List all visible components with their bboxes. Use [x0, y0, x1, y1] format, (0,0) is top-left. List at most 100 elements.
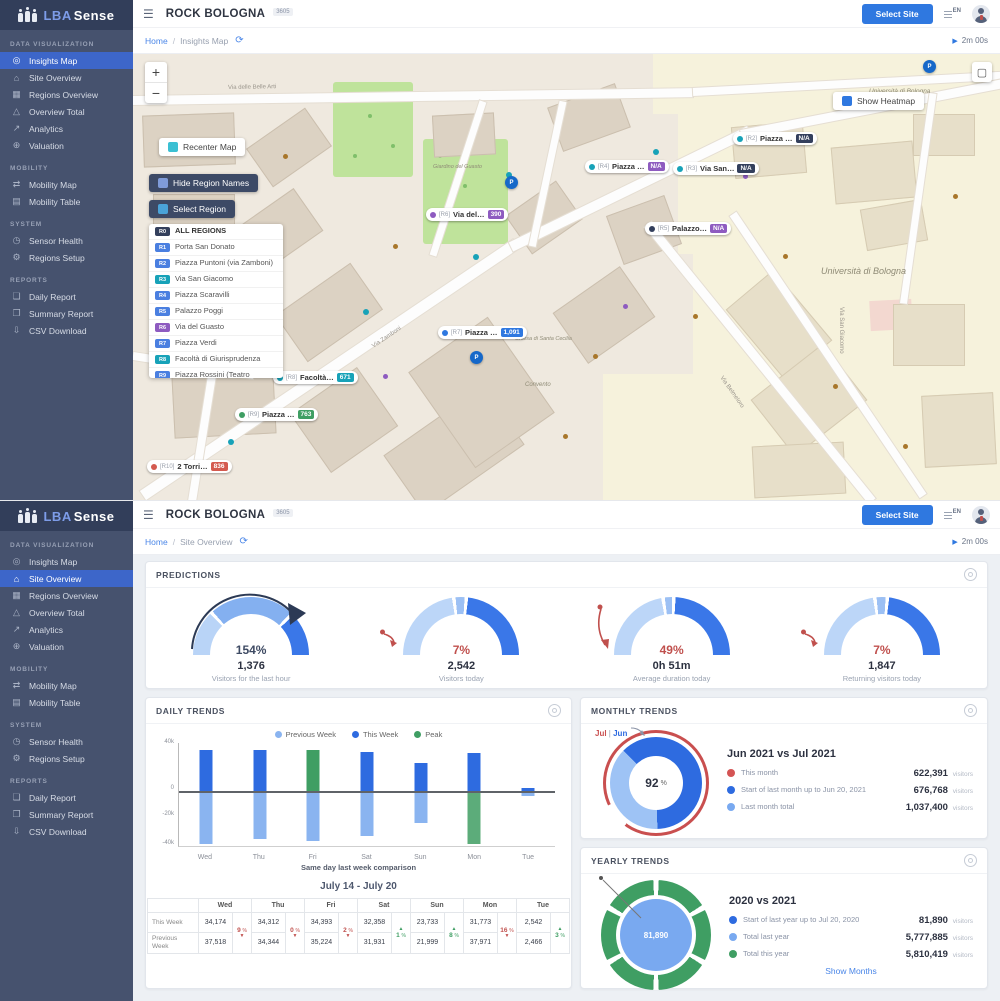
help-icon[interactable] — [964, 704, 977, 717]
gauge-value: 1,847 — [868, 660, 896, 672]
avatar[interactable] — [972, 5, 990, 23]
sidebar-item-mobility-table[interactable]: ▤Mobility Table — [0, 694, 133, 711]
bar-previous-week — [253, 793, 266, 839]
sidebar-item-daily-report[interactable]: ❏Daily Report — [0, 288, 133, 305]
map-canvas[interactable]: PPPUniversità di BolognaUniversità di Bo… — [133, 54, 1000, 500]
language-selector[interactable]: EN — [944, 8, 961, 19]
map-poi — [473, 254, 479, 260]
region-list-item[interactable]: R6Via del Guasto — [149, 320, 283, 336]
region-list-item[interactable]: R2Piazza Puntoni (via Zamboni) — [149, 256, 283, 272]
map-marker-r8[interactable]: [R8]Facoltà…671 — [273, 371, 358, 384]
sidebar-item-insights-map[interactable]: ◎Insights Map — [0, 553, 133, 570]
language-selector[interactable]: EN — [944, 509, 961, 520]
table-cell-value: 34,344 — [252, 933, 286, 954]
region-list-item[interactable]: R1Porta San Donato — [149, 240, 283, 256]
sidebar-item-overview-total[interactable]: △Overview Total — [0, 604, 133, 621]
avatar[interactable] — [972, 506, 990, 524]
sidebar-item-sensor-health[interactable]: ◷Sensor Health — [0, 232, 133, 249]
sidebar-item-site-overview[interactable]: ⌂Site Overview — [0, 69, 133, 86]
sidebar-item-overview-total[interactable]: △Overview Total — [0, 103, 133, 120]
sidebar-item-regions-overview[interactable]: ▦Regions Overview — [0, 587, 133, 604]
series-unit: visitors — [951, 952, 973, 959]
map-marker-r6[interactable]: [R6]Via del…390 — [426, 208, 508, 221]
map-marker-r10[interactable]: [R10]2 Torri…836 — [147, 460, 232, 473]
play-icon[interactable]: ▶ — [952, 37, 957, 45]
sidebar-item-valuation[interactable]: ⊕Valuation — [0, 638, 133, 655]
down-arrow-icon: ▼ — [499, 934, 515, 940]
region-list-item[interactable]: R5Palazzo Poggi — [149, 304, 283, 320]
gauge-value: 2,542 — [448, 660, 476, 672]
bar-column-mon — [448, 743, 502, 846]
region-list-item[interactable]: R3Via San Giacomo — [149, 272, 283, 288]
series-value: 676,768 visitors — [914, 785, 973, 796]
hamburger-icon[interactable]: ☰ — [143, 7, 154, 21]
sidebar-item-mobility-map[interactable]: ⇄Mobility Map — [0, 176, 133, 193]
sidebar-item-analytics[interactable]: ↗Analytics — [0, 621, 133, 638]
sidebar-item-mobility-table[interactable]: ▤Mobility Table — [0, 193, 133, 210]
show-months-link[interactable]: Show Months — [729, 966, 973, 976]
sidebar-item-summary-report[interactable]: ❐Summary Report — [0, 806, 133, 823]
map-building — [831, 141, 918, 205]
sidebar-item-summary-report[interactable]: ❐Summary Report — [0, 305, 133, 322]
map-marker-r5[interactable]: [R5]Palazzo…N/A — [645, 222, 731, 235]
main-area: ☰ ROCK BOLOGNA 3605 Select Site EN Home … — [133, 0, 1000, 500]
select-site-button[interactable]: Select Site — [862, 505, 933, 525]
breadcrumb-home[interactable]: Home — [145, 537, 168, 547]
region-list-item[interactable]: R9Piazza Rossini (Teatro — [149, 368, 283, 378]
gauge-percent: 49% — [614, 643, 730, 657]
select-site-button[interactable]: Select Site — [862, 4, 933, 24]
select-region-button[interactable]: Select Region — [149, 200, 235, 218]
marker-value-badge: N/A — [648, 162, 665, 171]
map-marker-r7[interactable]: [R7]Piazza …1,091 — [438, 326, 527, 339]
bar-this-week — [199, 750, 212, 791]
map-marker-r9[interactable]: [R9]Piazza …763 — [235, 408, 318, 421]
series-label: Start of last month up to Jun 20, 2021 — [741, 785, 908, 794]
gauge-caption: Average duration today — [633, 674, 710, 683]
zero-line — [179, 791, 555, 793]
region-list-item[interactable]: R7Piazza Verdi — [149, 336, 283, 352]
bar-column-sat — [340, 743, 394, 846]
series-label: Total this year — [743, 949, 900, 958]
map-marker-r4[interactable]: [R4]Piazza …N/A — [585, 160, 669, 173]
map-marker-r2[interactable]: [R2]Piazza …N/A — [733, 132, 817, 145]
x-axis-tick: Wed — [178, 854, 232, 861]
sidebar-item-csv-download[interactable]: ⇩CSV Download — [0, 823, 133, 840]
help-icon[interactable] — [548, 704, 561, 717]
sidebar-item-daily-report[interactable]: ❏Daily Report — [0, 789, 133, 806]
help-icon[interactable] — [964, 854, 977, 867]
table-cell-value: 31,773 — [464, 913, 498, 933]
hide-region-names-button[interactable]: Hide Region Names — [149, 174, 258, 192]
person-glyph — [18, 13, 23, 22]
sidebar-item-insights-map[interactable]: ◎Insights Map — [0, 52, 133, 69]
fullscreen-button[interactable]: ▢ — [972, 62, 992, 82]
recenter-map-button[interactable]: Recenter Map — [159, 138, 245, 156]
play-icon[interactable]: ▶ — [952, 538, 957, 546]
refresh-icon[interactable]: ⟳ — [235, 35, 243, 46]
breadcrumb-home[interactable]: Home — [145, 36, 168, 46]
sidebar-item-csv-download[interactable]: ⇩CSV Download — [0, 322, 133, 339]
map-place-label: Università di Bologna — [821, 266, 906, 276]
sidebar-item-valuation[interactable]: ⊕Valuation — [0, 137, 133, 154]
sidebar-item-regions-overview[interactable]: ▦Regions Overview — [0, 86, 133, 103]
sidebar-item-label: Overview Total — [29, 608, 85, 618]
sidebar-item-mobility-map[interactable]: ⇄Mobility Map — [0, 677, 133, 694]
marker-name: 2 Torri… — [177, 462, 207, 471]
sidebar-item-regions-setup[interactable]: ⚙Regions Setup — [0, 750, 133, 767]
sidebar-item-sensor-health[interactable]: ◷Sensor Health — [0, 733, 133, 750]
region-list-item[interactable]: R8Facoltà di Giurisprudenza — [149, 352, 283, 368]
refresh-icon[interactable]: ⟳ — [240, 536, 248, 547]
map-marker-r3[interactable]: [R3]Via San…N/A — [673, 162, 759, 175]
yearly-trends-panel: YEARLY TRENDS 81,8902020 vs 2021Start of… — [580, 847, 988, 989]
sidebar-item-site-overview[interactable]: ⌂Site Overview — [0, 570, 133, 587]
region-list-item[interactable]: R0ALL REGIONS — [149, 224, 283, 240]
hamburger-icon[interactable]: ☰ — [143, 508, 154, 522]
show-heatmap-button[interactable]: Show Heatmap — [833, 92, 924, 110]
zoom-out-button[interactable]: − — [145, 83, 167, 103]
sidebar-item-analytics[interactable]: ↗Analytics — [0, 120, 133, 137]
marker-dot — [649, 226, 655, 232]
table-cell-value: 34,393 — [305, 913, 339, 933]
region-list-item[interactable]: R4Piazza Scaravilli — [149, 288, 283, 304]
sidebar-item-regions-setup[interactable]: ⚙Regions Setup — [0, 249, 133, 266]
zoom-in-button[interactable]: + — [145, 62, 167, 83]
help-icon[interactable] — [964, 568, 977, 581]
